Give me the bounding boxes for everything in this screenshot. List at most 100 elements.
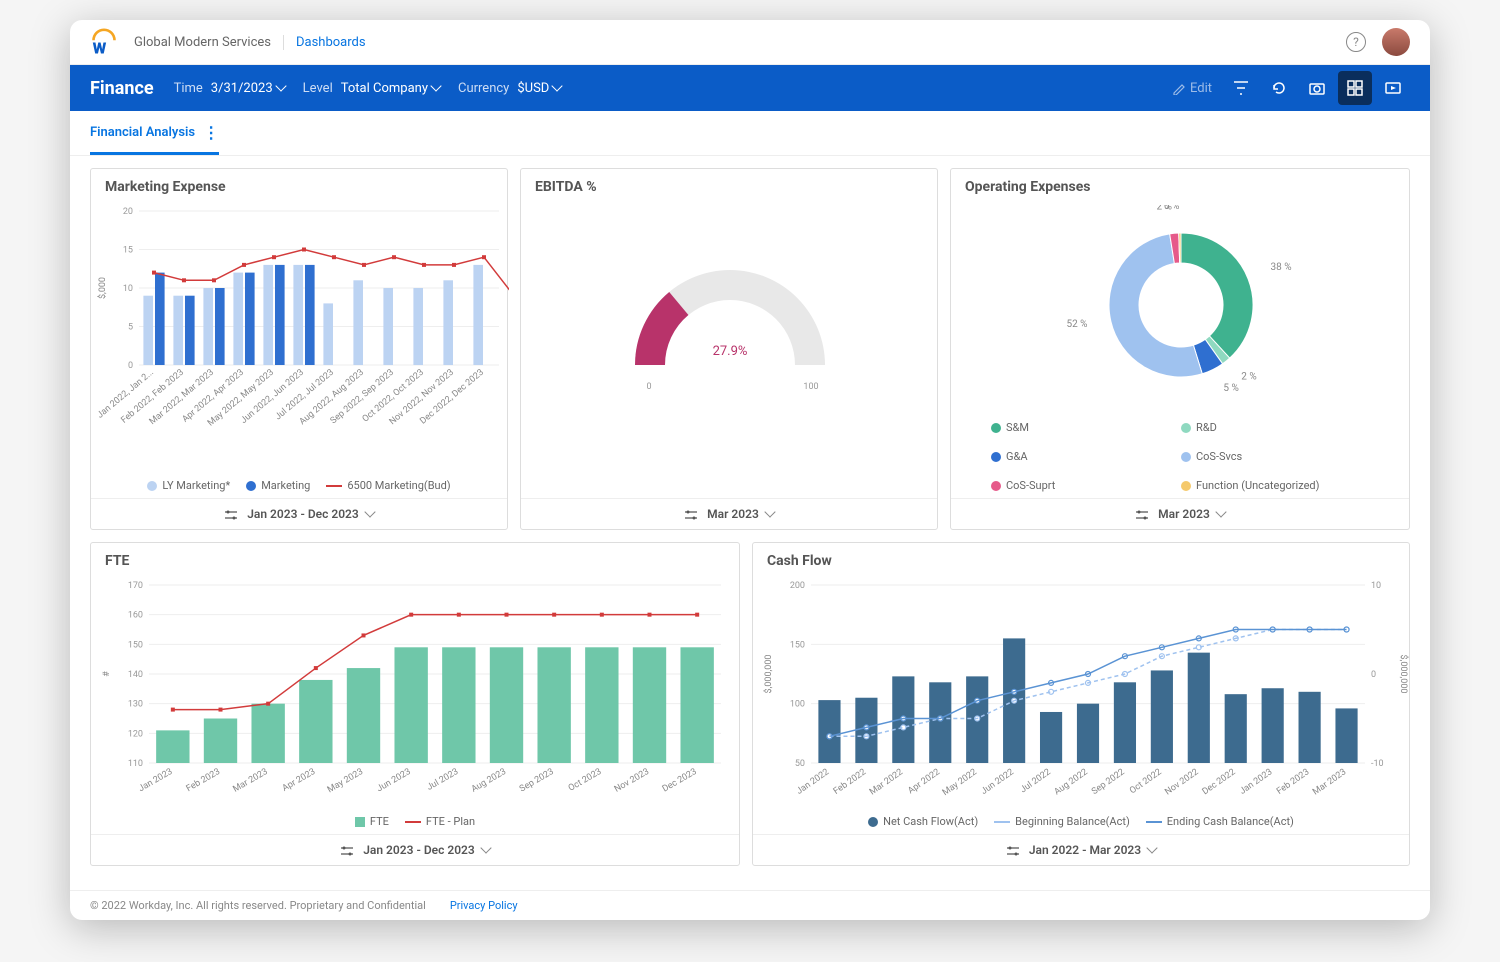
chevron-down-icon bbox=[552, 80, 563, 91]
svg-text:50: 50 bbox=[795, 759, 805, 769]
svg-text:0: 0 bbox=[646, 382, 651, 392]
filter-level-label: Level bbox=[303, 81, 333, 96]
card-title: Cash Flow bbox=[753, 543, 1409, 579]
svg-text:$,000,000: $,000,000 bbox=[763, 655, 774, 694]
svg-text:Nov 2023: Nov 2023 bbox=[613, 767, 651, 795]
copyright-text: © 2022 Workday, Inc. All rights reserved… bbox=[90, 899, 426, 912]
legend-fte: FTE FTE - Plan bbox=[91, 809, 739, 834]
svg-text:150: 150 bbox=[790, 640, 805, 650]
top-header: W Global Modern Services Dashboards ? bbox=[70, 20, 1430, 65]
help-icon[interactable]: ? bbox=[1346, 32, 1366, 52]
chevron-down-icon bbox=[430, 80, 441, 91]
svg-text:2 %: 2 % bbox=[1241, 372, 1256, 383]
svg-text:10: 10 bbox=[1371, 581, 1381, 591]
filter-currency-label: Currency bbox=[458, 81, 509, 96]
pencil-icon bbox=[1172, 81, 1186, 95]
slider-icon bbox=[1006, 846, 1020, 856]
chart-ebitda: 27.9%0100 bbox=[521, 205, 939, 461]
app-window: W Global Modern Services Dashboards ? Fi… bbox=[70, 20, 1430, 920]
edit-button[interactable]: Edit bbox=[1172, 81, 1212, 96]
chevron-down-icon bbox=[764, 506, 775, 517]
chart-fte: 110120130140150160170#Jan 2023Feb 2023Ma… bbox=[91, 579, 741, 809]
svg-text:Feb 2023: Feb 2023 bbox=[185, 767, 222, 794]
filter-time-value[interactable]: 3/31/2023 bbox=[211, 81, 285, 96]
svg-text:120: 120 bbox=[128, 729, 143, 739]
chart-operating-expenses: 38 %2 %5 %52 %2 %0 % bbox=[951, 205, 1411, 415]
svg-text:Mar 2023: Mar 2023 bbox=[232, 767, 270, 795]
svg-text:$,000: $,000 bbox=[97, 277, 108, 299]
filter-icon-button[interactable] bbox=[1224, 71, 1258, 105]
card-title: EBITDA % bbox=[521, 169, 937, 205]
chevron-down-icon bbox=[275, 80, 286, 91]
svg-text:Jun 2022: Jun 2022 bbox=[980, 767, 1016, 797]
svg-text:100: 100 bbox=[803, 382, 818, 392]
refresh-button[interactable] bbox=[1262, 71, 1296, 105]
filter-icon bbox=[1232, 79, 1250, 97]
tab-financial-analysis[interactable]: Financial Analysis ⋮ bbox=[90, 123, 219, 155]
svg-text:Jan 2022: Jan 2022 bbox=[795, 767, 831, 797]
slider-icon bbox=[224, 510, 238, 520]
svg-text:Dec 2022: Dec 2022 bbox=[1201, 767, 1238, 797]
filter-level-value[interactable]: Total Company bbox=[341, 81, 440, 96]
grid-view-button[interactable] bbox=[1338, 71, 1372, 105]
legend-marketing: LY Marketing* Marketing 6500 Marketing(B… bbox=[91, 473, 507, 498]
chevron-down-icon bbox=[480, 842, 491, 853]
legend-cash: Net Cash Flow(Act) Beginning Balance(Act… bbox=[753, 809, 1409, 834]
svg-text:May 2023: May 2023 bbox=[326, 767, 365, 795]
user-avatar[interactable] bbox=[1382, 28, 1410, 56]
tab-menu-icon[interactable]: ⋮ bbox=[203, 123, 219, 142]
chevron-down-icon bbox=[364, 506, 375, 517]
grid-icon bbox=[1346, 79, 1364, 97]
svg-text:Mar 2022: Mar 2022 bbox=[868, 767, 905, 797]
svg-text:Jan 2023: Jan 2023 bbox=[137, 767, 174, 794]
card-footer-ebitda[interactable]: Mar 2023 bbox=[521, 498, 937, 529]
svg-text:5: 5 bbox=[128, 323, 133, 333]
svg-text:130: 130 bbox=[128, 700, 143, 710]
card-footer-fte[interactable]: Jan 2023 - Dec 2023 bbox=[91, 834, 739, 865]
page-title: Finance bbox=[90, 78, 154, 99]
filter-currency-value[interactable]: $USD bbox=[517, 81, 561, 96]
slider-icon bbox=[340, 846, 354, 856]
svg-text:0: 0 bbox=[128, 361, 133, 371]
filter-time-label: Time bbox=[174, 81, 203, 96]
svg-text:200: 200 bbox=[790, 581, 805, 591]
svg-text:150: 150 bbox=[128, 640, 143, 650]
svg-text:0 %: 0 % bbox=[1164, 205, 1179, 212]
card-title: Operating Expenses bbox=[951, 169, 1409, 205]
svg-text:Aug 2023: Aug 2023 bbox=[470, 767, 508, 795]
svg-text:-10: -10 bbox=[1371, 759, 1384, 769]
camera-button[interactable] bbox=[1300, 71, 1334, 105]
svg-text:Jan 2023: Jan 2023 bbox=[1238, 767, 1274, 797]
filter-bar: Finance Time 3/31/2023 Level Total Compa… bbox=[70, 65, 1430, 111]
svg-text:10: 10 bbox=[123, 284, 133, 294]
privacy-policy-link[interactable]: Privacy Policy bbox=[450, 899, 518, 912]
refresh-icon bbox=[1270, 79, 1288, 97]
card-footer-opex[interactable]: Mar 2023 bbox=[951, 498, 1409, 529]
breadcrumb-dashboards[interactable]: Dashboards bbox=[284, 35, 366, 50]
legend-opex: S&M R&D G&A CoS-Svcs CoS-Suprt Function … bbox=[951, 415, 1409, 498]
svg-text:140: 140 bbox=[128, 670, 143, 680]
svg-text:Apr 2022: Apr 2022 bbox=[906, 767, 942, 796]
svg-text:Jun 2023: Jun 2023 bbox=[375, 767, 412, 794]
card-marketing-expense: Marketing Expense 05101520$,000Jan 2022,… bbox=[90, 168, 508, 530]
svg-text:Feb 2022: Feb 2022 bbox=[832, 767, 868, 797]
card-footer-cash[interactable]: Jan 2022 - Mar 2023 bbox=[753, 834, 1409, 865]
company-name: Global Modern Services bbox=[134, 35, 284, 50]
svg-text:Oct 2023: Oct 2023 bbox=[567, 767, 603, 794]
chevron-down-icon bbox=[1215, 506, 1226, 517]
svg-text:Sep 2023: Sep 2023 bbox=[518, 767, 556, 794]
svg-text:38 %: 38 % bbox=[1270, 262, 1291, 273]
card-fte: FTE 110120130140150160170#Jan 2023Feb 20… bbox=[90, 542, 740, 866]
svg-text:Apr 2023: Apr 2023 bbox=[281, 767, 318, 794]
present-button[interactable] bbox=[1376, 71, 1410, 105]
dashboard-grid: Marketing Expense 05101520$,000Jan 2022,… bbox=[70, 156, 1430, 890]
svg-text:52 %: 52 % bbox=[1066, 319, 1087, 330]
svg-text:Jul 2022: Jul 2022 bbox=[1019, 767, 1053, 795]
svg-text:5 %: 5 % bbox=[1223, 383, 1238, 394]
card-cash-flow: Cash Flow 50100150200-10010$,000,000$,00… bbox=[752, 542, 1410, 866]
slider-icon bbox=[684, 510, 698, 520]
svg-text:15: 15 bbox=[123, 246, 133, 256]
svg-text:#: # bbox=[102, 671, 112, 677]
card-footer-marketing[interactable]: Jan 2023 - Dec 2023 bbox=[91, 498, 507, 529]
svg-text:Dec 2023: Dec 2023 bbox=[661, 767, 699, 795]
